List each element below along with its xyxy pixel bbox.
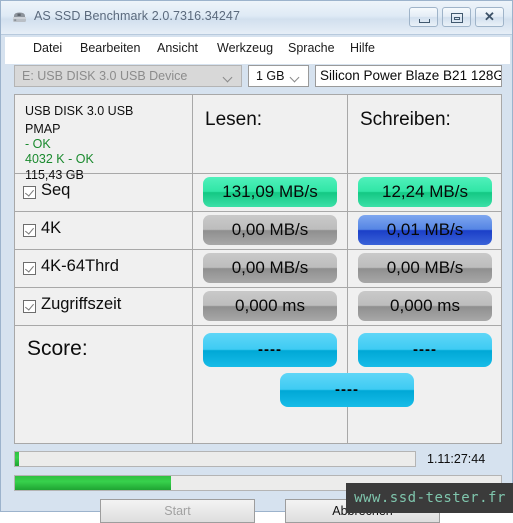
- progress-bar-bottom-fill: [15, 476, 171, 490]
- restore-button[interactable]: [442, 7, 471, 27]
- grid-divider-horizontal: [15, 249, 501, 250]
- drive-select-value: E: USB DISK 3.0 USB Device: [22, 69, 188, 83]
- toolbar: E: USB DISK 3.0 USB Device 1 GB Silicon …: [5, 63, 510, 91]
- menu-item-bearbeiten[interactable]: Bearbeiten: [80, 41, 140, 55]
- row-checkbox-zugriffszeit[interactable]: [23, 300, 36, 313]
- progress-bar-top-fill: [15, 452, 19, 466]
- read-value-4k: 0,00 MB/s: [203, 215, 337, 245]
- info-capacity: 115,43 GB: [25, 168, 84, 182]
- row-label-4k: 4K: [41, 219, 62, 237]
- chevron-down-icon: [224, 74, 233, 79]
- read-value-zugriffszeit: 0,000 ms: [203, 291, 337, 321]
- read-value-4k64thrd: 0,00 MB/s: [203, 253, 337, 283]
- watermark: www.ssd-tester.fr: [346, 483, 513, 513]
- info-offset: 4032 K - OK: [25, 152, 94, 166]
- client-area: Datei Bearbeiten Ansicht Werkzeug Sprach…: [5, 37, 510, 523]
- grid-divider-horizontal: [15, 287, 501, 288]
- grid-divider-horizontal: [15, 211, 501, 212]
- device-name-field[interactable]: Silicon Power Blaze B21 128G: [315, 65, 502, 87]
- row-label-seq: Seq: [41, 181, 71, 199]
- info-alignment: - OK: [25, 137, 51, 151]
- row-label-zugriffszeit: Zugriffszeit: [41, 295, 122, 313]
- restore-icon: [451, 13, 463, 23]
- size-select[interactable]: 1 GB: [248, 65, 309, 87]
- menu-item-ansicht[interactable]: Ansicht: [157, 41, 198, 55]
- score-label: Score:: [27, 337, 88, 360]
- window-controls: ✕: [409, 7, 504, 27]
- menu-item-werkzeug[interactable]: Werkzeug: [217, 41, 273, 55]
- info-firmware: PMAP: [25, 122, 61, 136]
- progress-bar-top: [14, 451, 416, 467]
- title-bar: AS SSD Benchmark 2.0.7316.34247 ✕: [1, 1, 512, 35]
- row-checkbox-seq[interactable]: [23, 186, 36, 199]
- drive-icon: [13, 12, 26, 22]
- start-button[interactable]: Start: [100, 499, 255, 523]
- menu-item-sprache[interactable]: Sprache: [288, 41, 335, 55]
- score-write: ----: [358, 333, 492, 367]
- menu-item-datei[interactable]: Datei: [33, 41, 62, 55]
- score-read: ----: [203, 333, 337, 367]
- menu-item-hilfe[interactable]: Hilfe: [350, 41, 375, 55]
- row-label-4k64thrd: 4K-64Thrd: [41, 257, 119, 275]
- row-checkbox-4k64thrd[interactable]: [23, 262, 36, 275]
- size-select-value: 1 GB: [256, 69, 285, 83]
- write-value-4k: 0,01 MB/s: [358, 215, 492, 245]
- score-total: ----: [280, 373, 414, 407]
- chevron-down-icon: [291, 74, 300, 79]
- menu-bar: Datei Bearbeiten Ansicht Werkzeug Sprach…: [5, 37, 510, 64]
- grid-divider-horizontal: [15, 173, 501, 174]
- application-window: AS SSD Benchmark 2.0.7316.34247 ✕ Datei …: [0, 0, 513, 523]
- results-grid: USB DISK 3.0 USB PMAP - OK 4032 K - OK 1…: [14, 94, 502, 444]
- column-header-read: Lesen:: [205, 109, 263, 130]
- drive-select[interactable]: E: USB DISK 3.0 USB Device: [14, 65, 242, 87]
- minimize-icon: [419, 19, 430, 23]
- column-header-write: Schreiben:: [360, 109, 451, 130]
- write-value-4k64thrd: 0,00 MB/s: [358, 253, 492, 283]
- read-value-seq: 131,09 MB/s: [203, 177, 337, 207]
- write-value-zugriffszeit: 0,000 ms: [358, 291, 492, 321]
- info-model: USB DISK 3.0 USB: [25, 104, 134, 118]
- close-button[interactable]: ✕: [475, 7, 504, 27]
- close-icon: ✕: [484, 9, 495, 24]
- window-title: AS SSD Benchmark 2.0.7316.34247: [34, 9, 241, 23]
- minimize-button[interactable]: [409, 7, 438, 27]
- elapsed-time: 1.11:27:44: [427, 452, 486, 466]
- write-value-seq: 12,24 MB/s: [358, 177, 492, 207]
- row-checkbox-4k[interactable]: [23, 224, 36, 237]
- grid-divider-horizontal: [15, 325, 501, 326]
- grid-divider-vertical: [192, 95, 193, 443]
